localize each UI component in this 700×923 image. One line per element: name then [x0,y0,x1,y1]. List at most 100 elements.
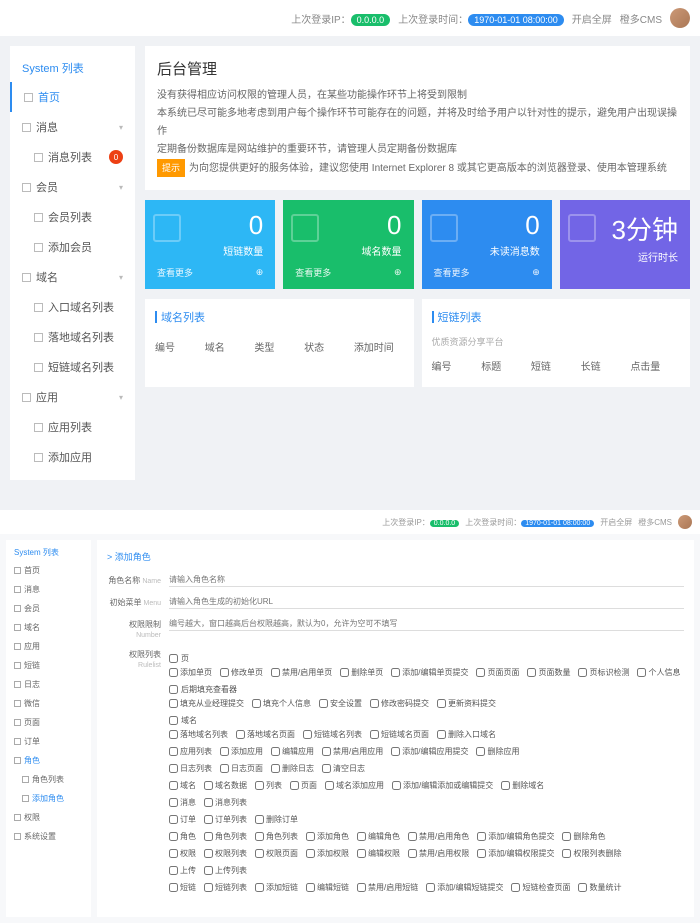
sidebar-item[interactable]: 会员 [6,599,91,618]
perm-checkbox[interactable]: 角色 [169,831,196,842]
sidebar-item[interactable]: 页面 [6,713,91,732]
fullscreen-link[interactable]: 开启全屏 [572,11,612,26]
perm-checkbox[interactable]: 订单 [169,814,196,825]
perm-checkbox[interactable]: 添加/编辑权限提交 [477,848,554,859]
perm-checkbox[interactable]: 编辑短链 [306,882,349,893]
perm-checkbox[interactable]: 编辑应用 [271,746,314,757]
perm-checkbox[interactable]: 角色列表 [255,831,298,842]
sidebar-item[interactable]: 角色 [6,751,91,770]
sidebar-item[interactable]: 首页 [6,561,91,580]
perm-checkbox[interactable]: 订单列表 [204,814,247,825]
perm-checkbox[interactable]: 应用列表 [169,746,212,757]
sidebar-item[interactable]: 会员列表 [10,202,135,232]
fullscreen-link[interactable]: 开启全屏 [600,517,632,528]
perm-checkbox[interactable]: 域名 [169,780,196,791]
perm-checkbox[interactable]: 添加单页 [169,667,212,678]
perm-checkbox[interactable]: 删除应用 [476,746,519,757]
perm-checkbox[interactable]: 权限 [169,848,196,859]
perm-checkbox[interactable]: 权限页面 [255,848,298,859]
card-more-link[interactable]: 查看更多⊕ [157,266,263,279]
perm-checkbox[interactable]: 落地域名页面 [236,729,295,740]
perm-checkbox[interactable]: 消息 [169,797,196,808]
sidebar-item[interactable]: 域名▾ [10,262,135,292]
perm-checkbox[interactable]: 角色列表 [204,831,247,842]
role-name-input[interactable] [169,573,684,587]
init-menu-input[interactable] [169,595,684,609]
perm-checkbox[interactable]: 删除入口域名 [437,729,496,740]
perm-group-header[interactable]: 页 [169,653,684,664]
perm-checkbox[interactable]: 权限列表 [204,848,247,859]
sidebar-item[interactable]: 消息 [6,580,91,599]
avatar[interactable] [670,8,690,28]
perm-checkbox[interactable]: 添加/编辑应用提交 [391,746,468,757]
sidebar-item[interactable]: 首页 [10,82,135,112]
perm-checkbox[interactable]: 页面数量 [527,667,570,678]
sidebar-item[interactable]: 日志 [6,675,91,694]
perm-checkbox[interactable]: 数量统计 [578,882,621,893]
cms-link[interactable]: 橙多CMS [638,517,672,528]
perm-checkbox[interactable]: 添加/编辑角色提交 [477,831,554,842]
group-checkbox[interactable] [169,716,178,725]
perm-checkbox[interactable]: 域名添加应用 [325,780,384,791]
sidebar-item[interactable]: 添加角色 [6,789,91,808]
sidebar-item[interactable]: 添加应用 [10,442,135,472]
perm-checkbox[interactable]: 删除角色 [562,831,605,842]
perm-checkbox[interactable]: 禁用/启用单页 [271,667,332,678]
perm-checkbox[interactable]: 添加/编辑添加或编辑提交 [392,780,493,791]
perm-checkbox[interactable]: 更新资料提交 [437,698,496,709]
perm-checkbox[interactable]: 上传 [169,865,196,876]
stat-card[interactable]: 0短链数量查看更多⊕ [145,200,275,289]
sidebar-item[interactable]: 消息列表0 [10,142,135,172]
group-checkbox[interactable] [169,685,178,694]
sidebar-item[interactable]: 角色列表 [6,770,91,789]
sidebar-item[interactable]: 添加会员 [10,232,135,262]
perm-checkbox[interactable]: 页面页面 [476,667,519,678]
card-more-link[interactable]: 查看更多⊕ [295,266,401,279]
perm-checkbox[interactable]: 添加/编辑短链提交 [426,882,503,893]
perm-checkbox[interactable]: 落地域名列表 [169,729,228,740]
sidebar-item[interactable]: 系统设置 [6,827,91,846]
perm-checkbox[interactable]: 编辑角色 [357,831,400,842]
stat-card[interactable]: 3分钟运行时长 [560,200,690,289]
perm-checkbox[interactable]: 添加/编辑单页提交 [391,667,468,678]
perm-checkbox[interactable]: 删除日志 [271,763,314,774]
avatar[interactable] [678,515,692,529]
perm-group-header[interactable]: 域名 [169,715,684,726]
perm-checkbox[interactable]: 页面 [290,780,317,791]
cms-link[interactable]: 橙多CMS [620,11,662,26]
perm-checkbox[interactable]: 域名数据 [204,780,247,791]
rule-number-input[interactable] [169,617,684,631]
group-checkbox[interactable] [169,654,178,663]
sidebar-item[interactable]: 微信 [6,694,91,713]
perm-checkbox[interactable]: 短链域名列表 [303,729,362,740]
perm-checkbox[interactable]: 短链域名页面 [370,729,429,740]
perm-checkbox[interactable]: 日志页面 [220,763,263,774]
perm-checkbox[interactable]: 权限列表删除 [562,848,621,859]
stat-card[interactable]: 0未读消息数查看更多⊕ [422,200,552,289]
perm-checkbox[interactable]: 添加短链 [255,882,298,893]
perm-checkbox[interactable]: 短链 [169,882,196,893]
perm-checkbox[interactable]: 清空日志 [322,763,365,774]
card-more-link[interactable]: 查看更多⊕ [434,266,540,279]
perm-checkbox[interactable]: 页标识检测 [578,667,629,678]
sidebar-item[interactable]: 应用▾ [10,382,135,412]
perm-checkbox[interactable]: 删除域名 [501,780,544,791]
perm-checkbox[interactable]: 列表 [255,780,282,791]
perm-checkbox[interactable]: 删除单页 [340,667,383,678]
sidebar-item[interactable]: 短链 [6,656,91,675]
perm-checkbox[interactable]: 添加角色 [306,831,349,842]
sidebar-item[interactable]: 订单 [6,732,91,751]
perm-checkbox[interactable]: 填充从业经理提交 [169,698,244,709]
perm-checkbox[interactable]: 上传列表 [204,865,247,876]
perm-checkbox[interactable]: 禁用/启用应用 [322,746,383,757]
sidebar-item[interactable]: 消息▾ [10,112,135,142]
sidebar-item[interactable]: 落地域名列表 [10,322,135,352]
perm-checkbox[interactable]: 修改单页 [220,667,263,678]
perm-checkbox[interactable]: 修改密码提交 [370,698,429,709]
perm-checkbox[interactable]: 填充个人信息 [252,698,311,709]
sidebar-item[interactable]: 入口域名列表 [10,292,135,322]
sidebar-item[interactable]: 应用列表 [10,412,135,442]
perm-checkbox[interactable]: 添加应用 [220,746,263,757]
sidebar-item[interactable]: 会员▾ [10,172,135,202]
perm-checkbox[interactable]: 禁用/启用权限 [408,848,469,859]
